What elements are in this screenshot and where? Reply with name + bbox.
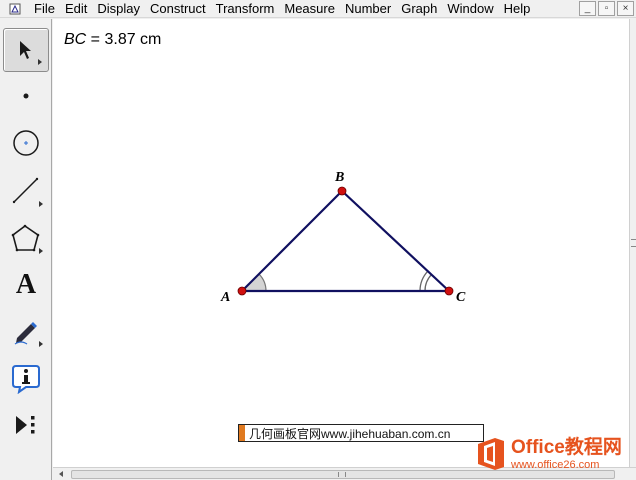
marker-tool[interactable] xyxy=(3,309,49,353)
site-watermark: 几何画板官网www.jihehuaban.com.cn xyxy=(238,424,484,442)
point-c[interactable] xyxy=(444,286,454,296)
scroll-grip-icon xyxy=(631,239,636,247)
watermark-bar-icon xyxy=(239,425,245,441)
text-tool-icon: A xyxy=(15,269,37,300)
close-button[interactable]: × xyxy=(617,1,634,16)
menu-bar: File Edit Display Construct Transform Me… xyxy=(0,0,636,18)
point-tool[interactable] xyxy=(3,74,49,118)
marker-pen-icon xyxy=(14,322,37,345)
office-url-text: www.office26.com xyxy=(511,459,600,471)
sketch-canvas[interactable]: BC = 3.87 cm A B C xyxy=(53,19,629,467)
menu-construct[interactable]: Construct xyxy=(146,0,210,18)
compass-tool[interactable] xyxy=(3,121,49,165)
menu-file[interactable]: File xyxy=(30,0,59,18)
restore-button[interactable]: ▫ xyxy=(598,1,615,16)
scroll-left-arrow-icon[interactable] xyxy=(59,471,63,477)
selection-arrow-tool[interactable] xyxy=(3,28,49,72)
toolbox: A xyxy=(0,19,52,480)
point-a[interactable] xyxy=(237,286,247,296)
triangle-figure: A B C xyxy=(220,170,466,305)
play-custom-icon xyxy=(16,416,35,434)
office-watermark: Office教程网 www.office26.com xyxy=(475,432,633,476)
segment-ab[interactable] xyxy=(241,190,343,292)
angle-mark-c-inner[interactable] xyxy=(424,274,432,292)
information-tool[interactable] xyxy=(3,356,49,400)
menu-number[interactable]: Number xyxy=(341,0,395,18)
vertical-scrollbar[interactable] xyxy=(629,19,636,467)
straightedge-tool[interactable] xyxy=(3,169,49,213)
label-a[interactable]: A xyxy=(220,290,230,305)
arrow-cursor-icon xyxy=(20,41,31,59)
menu-graph[interactable]: Graph xyxy=(397,0,441,18)
label-c[interactable]: C xyxy=(456,290,466,305)
sketchpad-window: File Edit Display Construct Transform Me… xyxy=(0,0,636,480)
info-bubble-icon xyxy=(12,365,40,394)
menu-transform[interactable]: Transform xyxy=(212,0,279,18)
polygon-tool[interactable] xyxy=(3,216,49,260)
scroll-grip-icon xyxy=(338,472,346,477)
point-icon xyxy=(23,93,29,99)
point-b[interactable] xyxy=(337,186,347,196)
minimize-button[interactable]: _ xyxy=(579,1,596,16)
menu-help[interactable]: Help xyxy=(500,0,535,18)
app-document-icon[interactable] xyxy=(8,2,22,16)
label-b[interactable]: B xyxy=(334,170,344,185)
office-logo-icon xyxy=(478,438,504,470)
site-watermark-text: 几何画板官网www.jihehuaban.com.cn xyxy=(249,426,451,441)
polygon-icon xyxy=(11,224,40,252)
custom-tool[interactable] xyxy=(3,403,49,447)
office-brand-text: Office教程网 xyxy=(511,437,622,458)
segment-bc[interactable] xyxy=(341,190,450,292)
menu-edit[interactable]: Edit xyxy=(61,0,91,18)
menu-display[interactable]: Display xyxy=(93,0,144,18)
line-segment-icon xyxy=(12,177,39,204)
text-tool[interactable]: A xyxy=(3,263,49,307)
window-controls: _ ▫ × xyxy=(579,1,634,16)
menu-window[interactable]: Window xyxy=(443,0,497,18)
circle-icon xyxy=(13,130,39,156)
menu-measure[interactable]: Measure xyxy=(280,0,339,18)
